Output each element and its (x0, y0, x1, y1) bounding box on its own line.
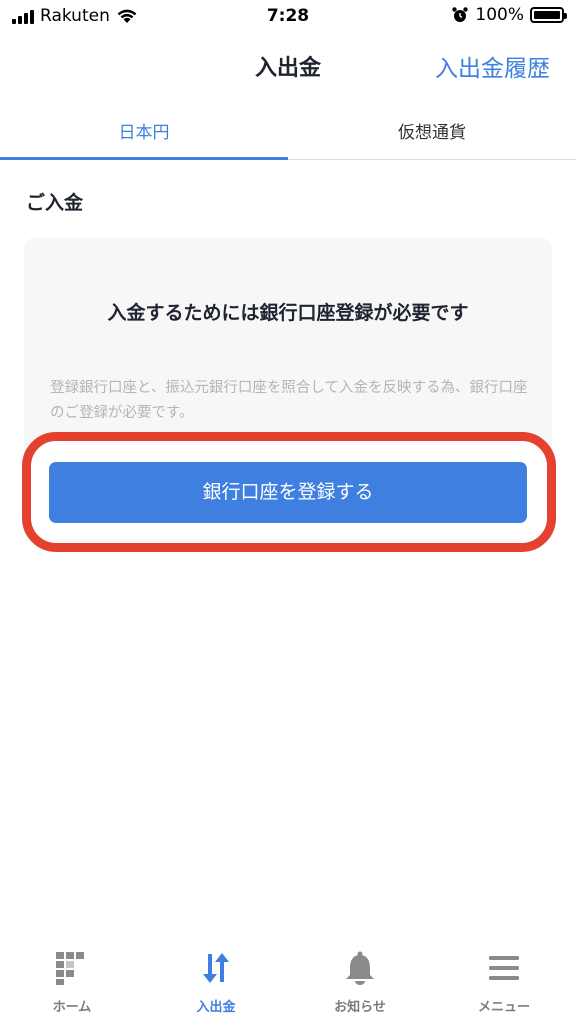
bottom-tab-label: 入出金 (196, 1000, 236, 1015)
screen: Rakuten 7:28 100% 入出金 入出金履歴 日本円 仮想通貨 ご入金… (0, 0, 576, 1024)
menu-icon (489, 956, 519, 980)
battery-percent: 100% (475, 5, 524, 25)
bottom-tab-bar: ホーム 入出金 お知らせ メニュー (0, 950, 576, 1024)
bottom-tab-news[interactable]: お知らせ (288, 950, 432, 1024)
status-right: 100% (451, 5, 567, 25)
card-description: 登録銀行口座と、振込元銀行口座を照合して入金を反映する為、銀行口座のご登録が必要… (50, 380, 528, 421)
battery-fill (534, 11, 560, 19)
register-bank-button[interactable]: 銀行口座を登録する (49, 462, 527, 523)
alarm-icon (452, 7, 469, 22)
bottom-tab-transfer[interactable]: 入出金 (144, 950, 288, 1024)
transfer-icon (203, 953, 229, 983)
nav-bar: 入出金 入出金履歴 (0, 34, 576, 98)
home-icon (56, 952, 84, 985)
bottom-tab-menu[interactable]: メニュー (432, 950, 576, 1024)
bottom-tab-label: ホーム (52, 1000, 92, 1015)
battery-icon (530, 7, 567, 23)
history-link[interactable]: 入出金履歴 (435, 49, 550, 83)
currency-tabs: 日本円 仮想通貨 (0, 104, 576, 160)
tab-jpy[interactable]: 日本円 (0, 104, 288, 160)
bell-icon (346, 951, 374, 985)
bottom-tab-label: お知らせ (334, 1000, 386, 1015)
tab-crypto[interactable]: 仮想通貨 (288, 104, 576, 159)
bottom-tab-home[interactable]: ホーム (0, 950, 144, 1024)
bottom-tab-label: メニュー (477, 1000, 530, 1015)
status-bar: Rakuten 7:28 100% (0, 0, 576, 34)
section-heading: ご入金 (26, 192, 84, 214)
card-title: 入金するためには銀行口座登録が必要です (107, 302, 469, 324)
